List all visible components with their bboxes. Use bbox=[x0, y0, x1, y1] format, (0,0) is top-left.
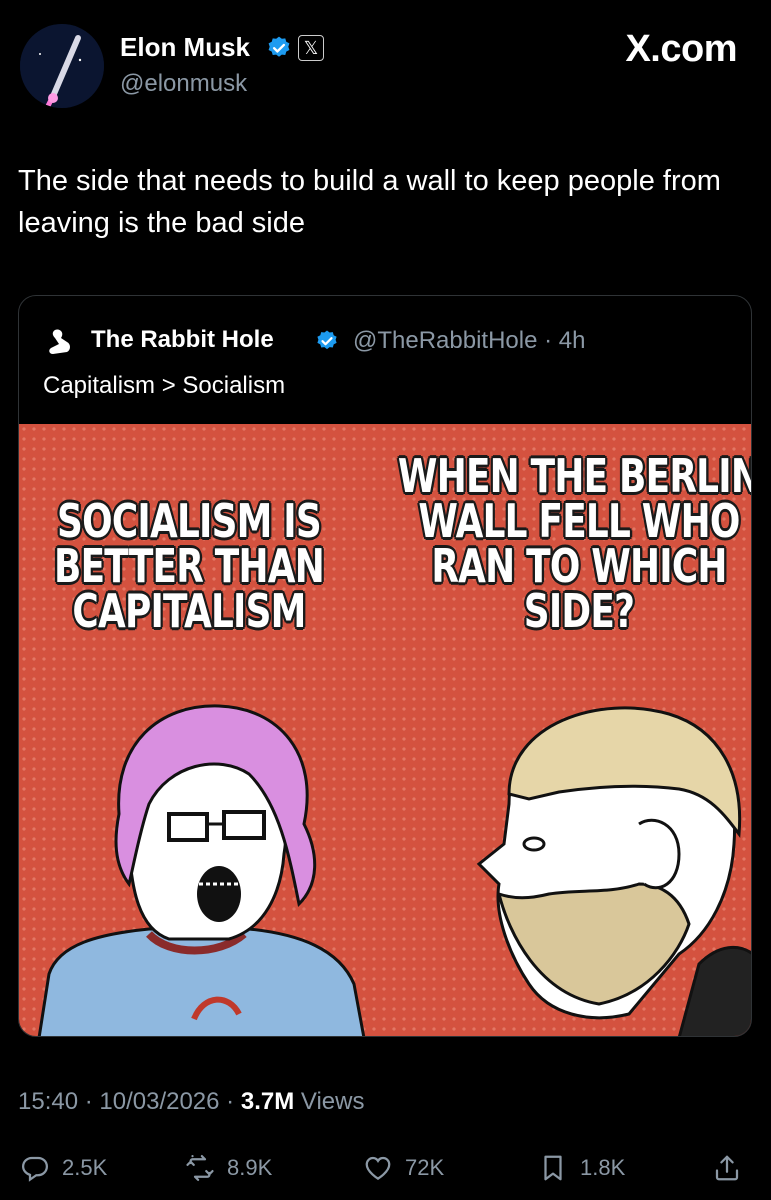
repost-button[interactable]: 8.9K bbox=[185, 1148, 272, 1188]
tweet-action-bar: 2.5K 8.9K 72K 1.8K bbox=[0, 1148, 771, 1188]
heart-icon bbox=[365, 1156, 391, 1180]
author-display-name[interactable]: Elon Musk bbox=[120, 32, 250, 63]
quoted-handle-time[interactable]: @TheRabbitHole · 4h bbox=[353, 327, 585, 355]
rocket-avatar-icon bbox=[20, 24, 104, 108]
meme-left-caption: SOCIALISM IS BETTER THAN CAPITALISM bbox=[53, 494, 325, 639]
author-avatar[interactable] bbox=[20, 24, 104, 108]
quoted-tweet-card[interactable]: The Rabbit Hole @TheRabbitHole · 4h Capi… bbox=[18, 295, 752, 1037]
views-label: Views bbox=[294, 1088, 365, 1115]
views-count: 3.7M bbox=[240, 1088, 295, 1115]
bookmark-count: 1.8K bbox=[580, 1155, 626, 1180]
verified-badge-icon bbox=[268, 36, 290, 57]
quoted-verified-badge-icon bbox=[317, 330, 337, 350]
meme-image[interactable]: SOCIALISM IS BETTER THAN CAPITALISM WHEN… bbox=[19, 424, 752, 1036]
like-button[interactable]: 72K bbox=[363, 1148, 444, 1188]
chad-character-illustration bbox=[476, 706, 751, 1036]
tweet-time-date: 15:40 · 10/03/2026 · bbox=[18, 1088, 241, 1115]
like-count: 72K bbox=[405, 1155, 445, 1180]
repost-icon bbox=[186, 1155, 214, 1181]
reply-count: 2.5K bbox=[62, 1155, 108, 1180]
quoted-tweet-text: Capitalism > Socialism bbox=[43, 372, 286, 399]
wojak-character-illustration bbox=[37, 704, 366, 1036]
bookmark-button[interactable]: 1.8K bbox=[538, 1148, 625, 1188]
brand-label: X.com bbox=[625, 28, 737, 70]
tweet-timestamp-views: 15:40 · 10/03/2026 · 3.7M Views bbox=[18, 1088, 364, 1116]
reply-button[interactable]: 2.5K bbox=[20, 1148, 107, 1188]
reply-icon bbox=[21, 1156, 49, 1182]
share-icon bbox=[715, 1155, 739, 1181]
tweet-text: The side that needs to build a wall to k… bbox=[18, 165, 721, 239]
share-button[interactable] bbox=[712, 1148, 754, 1188]
x-affiliate-badge: 𝕏 bbox=[298, 35, 324, 61]
repost-count: 8.9K bbox=[227, 1155, 273, 1180]
rabbit-hole-logo-icon bbox=[49, 329, 70, 354]
quoted-author-name[interactable]: The Rabbit Hole bbox=[91, 326, 274, 354]
bookmark-icon bbox=[544, 1155, 562, 1181]
meme-right-caption: WHEN THE BERLIN WALL FELL WHO RAN TO WHI… bbox=[397, 449, 752, 639]
author-handle[interactable]: @elonmusk bbox=[120, 70, 247, 98]
